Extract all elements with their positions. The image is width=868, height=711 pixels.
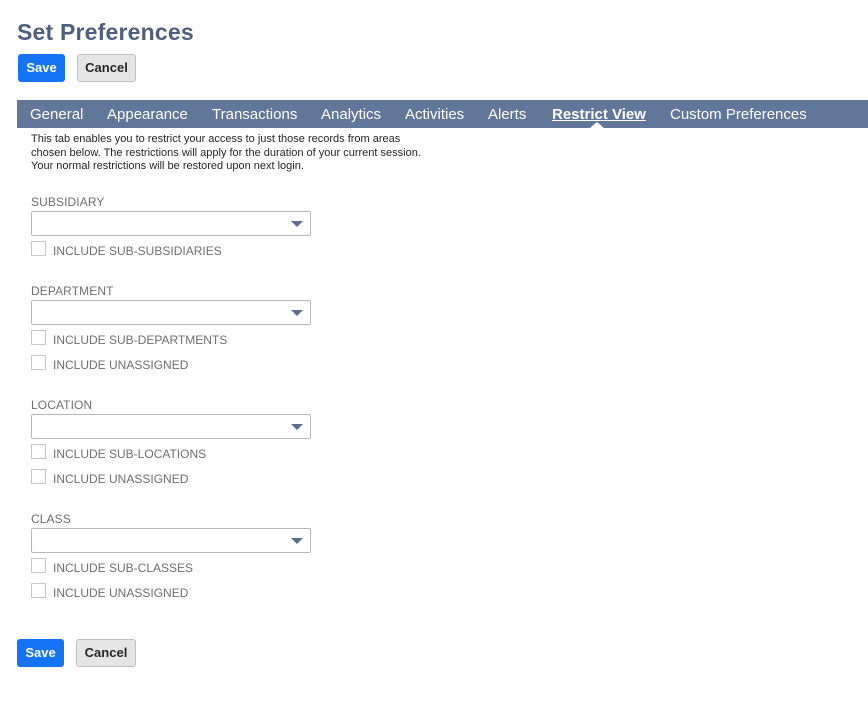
class-include-unassigned-label: INCLUDE UNASSIGNED — [53, 586, 189, 600]
page-title: Set Preferences — [17, 19, 194, 45]
caret-down-icon — [291, 424, 303, 430]
tab-analytics[interactable]: Analytics — [321, 100, 381, 128]
tab-appearance[interactable]: Appearance — [107, 100, 188, 128]
include-sub-locations-label: INCLUDE SUB-LOCATIONS — [53, 447, 207, 461]
class-label: CLASS — [31, 512, 71, 526]
include-sub-subsidiaries-checkbox[interactable] — [31, 241, 46, 256]
cancel-button-bottom[interactable]: Cancel — [76, 639, 136, 667]
description-line: This tab enables you to restrict your ac… — [31, 133, 401, 145]
caret-down-icon — [291, 221, 303, 227]
tab-custom-preferences[interactable]: Custom Preferences — [670, 100, 807, 128]
include-sub-classes-checkbox[interactable] — [31, 558, 46, 573]
subsidiary-label: SUBSIDIARY — [31, 195, 105, 209]
department-label: DEPARTMENT — [31, 284, 114, 298]
cancel-button-top[interactable]: Cancel — [77, 54, 136, 82]
class-select[interactable] — [31, 528, 311, 553]
include-sub-departments-label: INCLUDE SUB-DEPARTMENTS — [53, 333, 228, 347]
tab-activities[interactable]: Activities — [405, 100, 464, 128]
save-button-top[interactable]: Save — [18, 54, 65, 82]
description-line: chosen below. The restrictions will appl… — [31, 146, 421, 159]
tab-transactions[interactable]: Transactions — [212, 100, 297, 128]
tab-bar: General Appearance Transactions Analytic… — [17, 100, 868, 128]
caret-up-icon — [590, 122, 604, 128]
department-include-unassigned-checkbox[interactable] — [31, 355, 46, 370]
include-sub-subsidiaries-label: INCLUDE SUB-SUBSIDIARIES — [53, 244, 222, 258]
include-sub-departments-checkbox[interactable] — [31, 330, 46, 345]
location-select[interactable] — [31, 414, 311, 439]
caret-down-icon — [291, 538, 303, 544]
subsidiary-select[interactable] — [31, 211, 311, 236]
include-sub-locations-checkbox[interactable] — [31, 444, 46, 459]
description-line: Your normal restrictions will be restore… — [31, 160, 304, 172]
class-include-unassigned-checkbox[interactable] — [31, 583, 46, 598]
department-include-unassigned-label: INCLUDE UNASSIGNED — [53, 358, 189, 372]
tab-general[interactable]: General — [30, 100, 83, 128]
caret-down-icon — [291, 310, 303, 316]
save-button-bottom[interactable]: Save — [17, 639, 64, 667]
tab-alerts[interactable]: Alerts — [488, 100, 526, 128]
tab-description: This tab enables you to restrict your ac… — [31, 133, 451, 174]
location-include-unassigned-checkbox[interactable] — [31, 469, 46, 484]
location-label: LOCATION — [31, 398, 93, 412]
location-include-unassigned-label: INCLUDE UNASSIGNED — [53, 472, 189, 486]
include-sub-classes-label: INCLUDE SUB-CLASSES — [53, 561, 194, 575]
department-select[interactable] — [31, 300, 311, 325]
